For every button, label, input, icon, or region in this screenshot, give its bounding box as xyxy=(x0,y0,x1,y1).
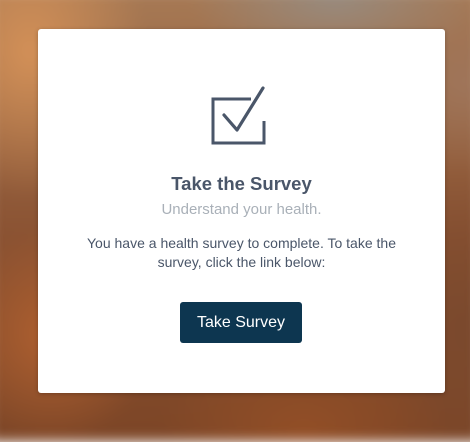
card-subtitle: Understand your health. xyxy=(161,201,322,218)
card-message: You have a health survey to complete. To… xyxy=(87,235,396,270)
checkbox-checked-icon xyxy=(211,86,266,145)
card-title: Take the Survey xyxy=(171,173,312,194)
survey-card: Take the Survey Understand your health. … xyxy=(38,29,445,393)
take-survey-button[interactable]: Take Survey xyxy=(180,302,302,343)
